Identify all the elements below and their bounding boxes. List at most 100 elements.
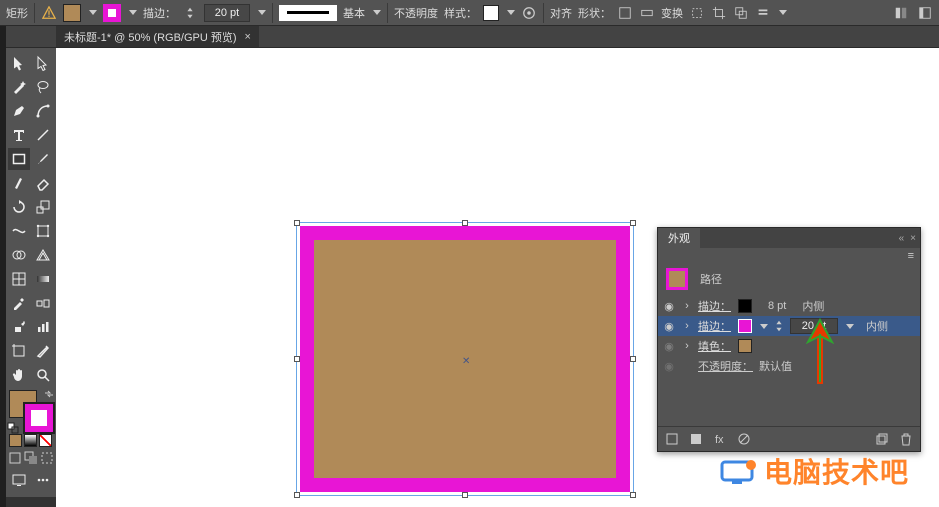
arrange-icon[interactable] <box>733 5 749 21</box>
appearance-row-stroke-2[interactable]: ◉ › 描边： 20 pt 内侧 <box>658 316 920 336</box>
free-transform-tool[interactable] <box>32 220 54 242</box>
more-icon[interactable] <box>755 5 771 21</box>
expand-panels-icon[interactable] <box>917 5 933 21</box>
handle-top-mid[interactable] <box>462 220 468 226</box>
panel-menu-icon[interactable]: ≡ <box>908 250 914 262</box>
document-tab[interactable]: 未标题-1* @ 50% (RGB/GPU 预览) × <box>56 26 259 47</box>
transform-label[interactable]: 变换 <box>661 5 683 21</box>
fill-stroke-indicator[interactable] <box>9 390 53 432</box>
appearance-row-stroke-1[interactable]: ◉ › 描边： 8 pt 内侧 <box>658 296 920 316</box>
opacity-label[interactable]: 不透明度： <box>698 358 753 374</box>
handle-bottom-mid[interactable] <box>462 492 468 498</box>
dock-panels-icon[interactable] <box>893 5 909 21</box>
scale-tool[interactable] <box>32 196 54 218</box>
delete-item-icon[interactable] <box>898 431 914 447</box>
opacity-value[interactable]: 默认值 <box>759 358 792 374</box>
swatch-dropdown-icon[interactable] <box>760 324 768 329</box>
add-fill-icon[interactable] <box>688 431 704 447</box>
clear-appearance-icon[interactable] <box>736 431 752 447</box>
draw-behind-icon[interactable] <box>24 451 38 465</box>
color-mode-gradient[interactable] <box>24 434 37 447</box>
default-fill-stroke-icon[interactable] <box>7 422 19 434</box>
stroke-dropdown-icon[interactable] <box>129 10 137 15</box>
lasso-tool[interactable] <box>32 76 54 98</box>
style-dropdown-icon[interactable] <box>507 10 515 15</box>
stroke-swatch[interactable] <box>103 4 121 22</box>
stroke-profile-dropdown-icon[interactable] <box>373 10 381 15</box>
draw-normal-icon[interactable] <box>8 451 22 465</box>
rotate-tool[interactable] <box>8 196 30 218</box>
attr-label[interactable]: 描边： <box>698 318 732 334</box>
shape-expand-icon[interactable] <box>639 5 655 21</box>
disclosure-icon[interactable]: › <box>682 300 692 312</box>
curvature-tool[interactable] <box>32 100 54 122</box>
panel-close-icon[interactable]: × <box>910 233 916 244</box>
row-swatch[interactable] <box>738 339 752 353</box>
stroke-weight-dropdown-icon[interactable] <box>258 10 266 15</box>
color-mode-solid[interactable] <box>9 434 22 447</box>
eraser-tool[interactable] <box>32 172 54 194</box>
align-label[interactable]: 对齐 <box>550 5 572 21</box>
handle-top-left[interactable] <box>294 220 300 226</box>
add-effect-icon[interactable]: fx <box>712 431 728 447</box>
appearance-row-fill[interactable]: ◉ › 填色： <box>658 336 920 356</box>
handle-mid-left[interactable] <box>294 356 300 362</box>
handle-mid-right[interactable] <box>630 356 636 362</box>
attr-label[interactable]: 填色： <box>698 338 732 354</box>
recolor-artwork-icon[interactable] <box>521 5 537 21</box>
eyedropper-tool[interactable] <box>8 292 30 314</box>
mesh-tool[interactable] <box>8 268 30 290</box>
shape-builder-tool[interactable] <box>8 244 30 266</box>
artboard-tool[interactable] <box>8 340 30 362</box>
panel-collapse-icon[interactable]: « <box>899 233 905 244</box>
warning-icon[interactable] <box>41 5 57 21</box>
width-tool[interactable] <box>8 220 30 242</box>
swap-fill-stroke-icon[interactable] <box>43 388 55 400</box>
stroke-color-box[interactable] <box>25 404 53 432</box>
attr-label[interactable]: 描边： <box>698 298 732 314</box>
pen-tool[interactable] <box>8 100 30 122</box>
spinner-arrows-icon[interactable] <box>182 5 198 21</box>
perspective-grid-tool[interactable] <box>32 244 54 266</box>
add-stroke-icon[interactable] <box>664 431 680 447</box>
hand-tool[interactable] <box>8 364 30 386</box>
handle-top-right[interactable] <box>630 220 636 226</box>
panel-header[interactable]: 外观 « × <box>658 228 920 248</box>
shape-link-icon[interactable] <box>617 5 633 21</box>
weight-dropdown-icon[interactable] <box>846 324 854 329</box>
isolate-icon[interactable] <box>689 5 705 21</box>
direct-selection-tool[interactable] <box>32 52 54 74</box>
blend-tool[interactable] <box>32 292 54 314</box>
selection-tool[interactable] <box>8 52 30 74</box>
slice-tool[interactable] <box>32 340 54 362</box>
disclosure-icon[interactable]: › <box>682 320 692 332</box>
disclosure-icon[interactable]: › <box>682 340 692 352</box>
visibility-toggle-icon[interactable]: ◉ <box>662 340 676 353</box>
draw-inside-icon[interactable] <box>40 451 54 465</box>
more-dropdown-icon[interactable] <box>779 10 787 15</box>
rectangle-tool[interactable] <box>8 148 30 170</box>
appearance-row-opacity[interactable]: ◉ 不透明度： 默认值 <box>658 356 920 376</box>
fill-dropdown-icon[interactable] <box>89 10 97 15</box>
shaper-tool[interactable] <box>8 172 30 194</box>
type-tool[interactable] <box>8 124 30 146</box>
symbol-sprayer-tool[interactable] <box>8 316 30 338</box>
crop-icon[interactable] <box>711 5 727 21</box>
handle-bottom-right[interactable] <box>630 492 636 498</box>
line-segment-tool[interactable] <box>32 124 54 146</box>
opacity-label[interactable]: 不透明度 <box>394 5 438 21</box>
color-mode-none[interactable] <box>39 434 52 447</box>
screen-mode-icon[interactable] <box>8 469 30 491</box>
stroke-profile-preview[interactable] <box>279 5 337 21</box>
paintbrush-tool[interactable] <box>32 148 54 170</box>
visibility-toggle-icon[interactable]: ◉ <box>662 300 676 313</box>
duplicate-item-icon[interactable] <box>874 431 890 447</box>
style-swatch[interactable] <box>483 5 499 21</box>
handle-bottom-left[interactable] <box>294 492 300 498</box>
row-swatch[interactable] <box>738 299 752 313</box>
close-tab-icon[interactable]: × <box>245 31 251 43</box>
visibility-toggle-icon[interactable]: ◉ <box>662 320 676 333</box>
row-weight-input[interactable]: 20 pt <box>790 318 838 334</box>
row-swatch[interactable] <box>738 319 752 333</box>
selected-rectangle[interactable]: ✕ <box>300 226 630 492</box>
